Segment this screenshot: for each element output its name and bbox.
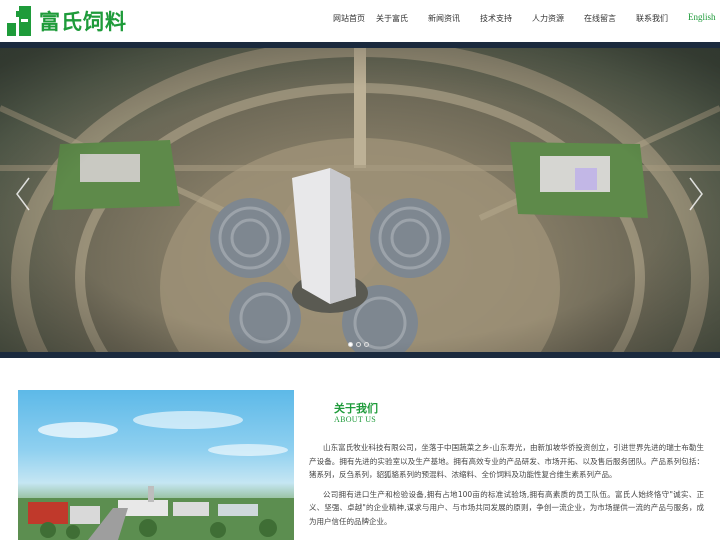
factory-photo bbox=[18, 411, 294, 540]
nav-item-about[interactable]: 关于富氏 bbox=[376, 13, 408, 24]
about-subtitle: ABOUT US bbox=[334, 415, 377, 424]
banner-slide[interactable] bbox=[0, 48, 720, 352]
slider-dots bbox=[348, 342, 369, 347]
logo-text: 富氏饲料 bbox=[39, 10, 127, 34]
nav-item-tech[interactable]: 技术支持 bbox=[480, 13, 512, 24]
about-body: 山东富氏牧业科技有限公司，坐落于中国蔬菜之乡-山东寿光，由新加坡华侨投资创立，引… bbox=[309, 441, 704, 529]
nav-item-home[interactable]: 网站首页 bbox=[333, 13, 365, 24]
nav-item-message[interactable]: 在线留言 bbox=[584, 13, 616, 24]
language-switch[interactable]: English bbox=[688, 12, 716, 22]
chevron-left-icon[interactable] bbox=[14, 176, 32, 212]
chevron-right-icon[interactable] bbox=[687, 176, 705, 212]
about-image bbox=[18, 390, 294, 540]
nav-item-hr[interactable]: 人力资源 bbox=[532, 13, 564, 24]
about-paragraph: 山东富氏牧业科技有限公司，坐落于中国蔬菜之乡-山东寿光，由新加坡华侨投资创立，引… bbox=[309, 443, 704, 480]
nav-item-contact[interactable]: 联系我们 bbox=[636, 13, 668, 24]
slider-dot[interactable] bbox=[348, 342, 353, 347]
banner-image bbox=[0, 48, 720, 352]
slider-dot[interactable] bbox=[364, 342, 369, 347]
slider-dot[interactable] bbox=[356, 342, 361, 347]
nav-item-news[interactable]: 新闻资讯 bbox=[428, 13, 460, 24]
about-paragraph: 公司拥有进口生产和检验设备,拥有占地100亩的标准试验场,拥有高素质的员工队伍。… bbox=[309, 489, 704, 526]
logo[interactable]: 富氏饲料 bbox=[7, 5, 127, 37]
site-header: 富氏饲料 网站首页 关于富氏 新闻资讯 技术支持 人力资源 在线留言 联系我们 … bbox=[0, 0, 720, 42]
logo-icon bbox=[7, 6, 31, 36]
about-title: 关于我们 bbox=[334, 402, 378, 415]
